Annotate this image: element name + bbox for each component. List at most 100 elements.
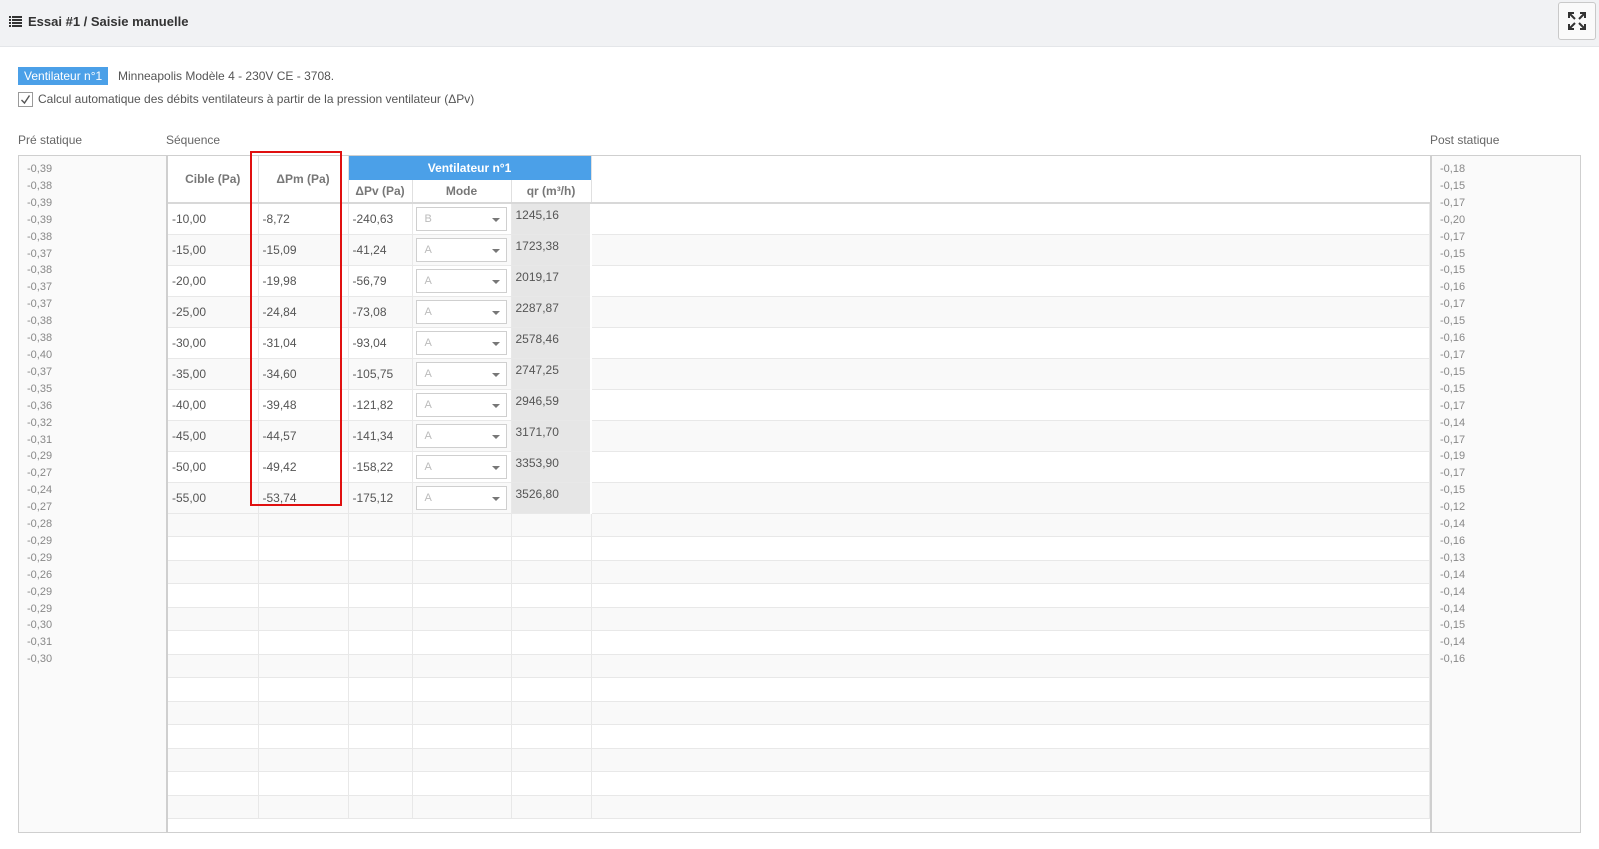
cible-cell[interactable]: -15,00: [168, 234, 259, 266]
mode-select[interactable]: A: [415, 392, 507, 417]
pre-static-value: -0,27: [27, 467, 53, 480]
empty-cell: [591, 630, 1430, 655]
mode-select[interactable]: A: [415, 237, 507, 262]
sequence-label: Séquence: [166, 133, 221, 147]
cible-cell[interactable]: -55,00: [168, 482, 259, 514]
fullscreen-button[interactable]: [1558, 2, 1596, 40]
mode-select[interactable]: A: [415, 299, 507, 324]
empty-cell: [258, 607, 349, 631]
mode-select[interactable]: A: [415, 454, 507, 479]
dpv-cell[interactable]: -158,22: [348, 451, 413, 483]
pre-static-value: -0,32: [27, 416, 53, 429]
empty-cell: [348, 701, 413, 725]
column-header-dpm: ΔPm (Pa): [258, 156, 349, 204]
dpv-cell[interactable]: -105,75: [348, 358, 413, 390]
pre-static-list[interactable]: -0,39 -0,38 -0,39 -0,39 -0,38 -0,37 -0,38 -0,37…: [18, 155, 167, 833]
post-static-value: -0,15: [1440, 247, 1466, 260]
empty-cell: [412, 513, 512, 537]
pre-static-value: -0,31: [27, 433, 53, 446]
dpv-cell[interactable]: -56,79: [348, 265, 413, 297]
page-title: Essai #1 / Saisie manuelle: [28, 14, 189, 29]
pre-static-value: -0,38: [27, 332, 53, 345]
cible-cell[interactable]: -20,00: [168, 265, 259, 297]
mode-select[interactable]: A: [415, 268, 507, 293]
column-header-qr: qr (m³/h): [511, 180, 592, 204]
post-static-value: -0,16: [1440, 332, 1466, 345]
auto-calc-checkbox[interactable]: [18, 92, 33, 107]
cible-cell[interactable]: -35,00: [168, 358, 259, 390]
pre-static-value: -0,24: [27, 484, 53, 497]
dpm-cell[interactable]: -49,42: [258, 451, 349, 483]
chevron-down-icon: [491, 341, 500, 346]
dpm-cell[interactable]: -15,09: [258, 234, 349, 266]
empty-cell: [591, 748, 1430, 772]
empty-cell: [591, 234, 1430, 266]
pre-static-value: -0,30: [27, 653, 53, 666]
mode-select[interactable]: B: [415, 206, 507, 231]
empty-cell: [412, 724, 512, 749]
post-static-value: -0,16: [1440, 653, 1466, 666]
empty-cell: [591, 513, 1430, 537]
dpm-cell[interactable]: -44,57: [258, 420, 349, 452]
cible-cell[interactable]: -40,00: [168, 389, 259, 421]
dpm-cell[interactable]: -31,04: [258, 327, 349, 359]
dpm-cell[interactable]: -53,74: [258, 482, 349, 514]
table-row: -55,00 -53,74 -175,12 A 3526,80: [168, 482, 1430, 514]
empty-cell: [591, 771, 1430, 796]
empty-cell: [258, 748, 349, 772]
post-static-value: -0,14: [1440, 585, 1466, 598]
dpv-cell[interactable]: -41,24: [348, 234, 413, 266]
mode-select[interactable]: A: [415, 330, 507, 355]
chevron-down-icon: [491, 465, 500, 470]
empty-cell: [348, 583, 413, 608]
empty-cell: [511, 583, 592, 608]
cible-cell[interactable]: -50,00: [168, 451, 259, 483]
cible-cell[interactable]: -25,00: [168, 296, 259, 328]
cible-cell[interactable]: -10,00: [168, 203, 259, 235]
column-header-dpv: ΔPv (Pa): [348, 180, 413, 204]
post-static-value: -0,14: [1440, 636, 1466, 649]
chevron-down-icon: [491, 310, 500, 315]
empty-table-row: [168, 677, 1430, 702]
empty-cell: [412, 771, 512, 796]
post-static-value: -0,15: [1440, 382, 1466, 395]
mode-select[interactable]: A: [415, 361, 507, 386]
check-icon: [21, 95, 31, 105]
dpm-cell[interactable]: -39,48: [258, 389, 349, 421]
cible-cell[interactable]: -30,00: [168, 327, 259, 359]
sequence-table: Cible (Pa) ΔPm (Pa) Ventilateur n°1 ΔPv …: [167, 155, 1431, 833]
pre-static-value: -0,29: [27, 602, 53, 615]
mode-select[interactable]: A: [415, 423, 507, 448]
empty-cell: [348, 795, 413, 819]
pre-static-value: -0,37: [27, 281, 53, 294]
dpm-cell[interactable]: -19,98: [258, 265, 349, 297]
mode-select-value: B: [424, 212, 432, 225]
panel-header: Essai #1 / Saisie manuelle: [0, 0, 1599, 47]
post-static-value: -0,18: [1440, 163, 1466, 175]
dpv-cell[interactable]: -240,63: [348, 203, 413, 235]
pre-static-value: -0,29: [27, 551, 53, 564]
dpv-cell[interactable]: -93,04: [348, 327, 413, 359]
mode-select-value: A: [424, 491, 432, 504]
empty-cell: [412, 654, 512, 678]
dpv-cell[interactable]: -73,08: [348, 296, 413, 328]
empty-cell: [412, 607, 512, 631]
dpv-cell[interactable]: -175,12: [348, 482, 413, 514]
mode-select[interactable]: A: [415, 485, 507, 510]
empty-cell: [348, 513, 413, 537]
pre-static-value: -0,26: [27, 568, 53, 581]
pre-static-value: -0,28: [27, 518, 53, 531]
cible-cell[interactable]: -45,00: [168, 420, 259, 452]
empty-cell: [168, 536, 259, 561]
mode-cell: A: [412, 420, 512, 452]
mode-cell: A: [412, 389, 512, 421]
post-static-list[interactable]: -0,18 -0,15 -0,17 -0,20 -0,17 -0,15 -0,15 -0,16…: [1431, 155, 1581, 833]
dpv-cell[interactable]: -141,34: [348, 420, 413, 452]
expand-icon: [1568, 12, 1586, 30]
dpm-cell[interactable]: -34,60: [258, 358, 349, 390]
dpv-cell[interactable]: -121,82: [348, 389, 413, 421]
dpm-cell[interactable]: -24,84: [258, 296, 349, 328]
dpm-cell[interactable]: -8,72: [258, 203, 349, 235]
empty-cell: [511, 560, 592, 584]
pre-static-value: -0,29: [27, 450, 53, 463]
